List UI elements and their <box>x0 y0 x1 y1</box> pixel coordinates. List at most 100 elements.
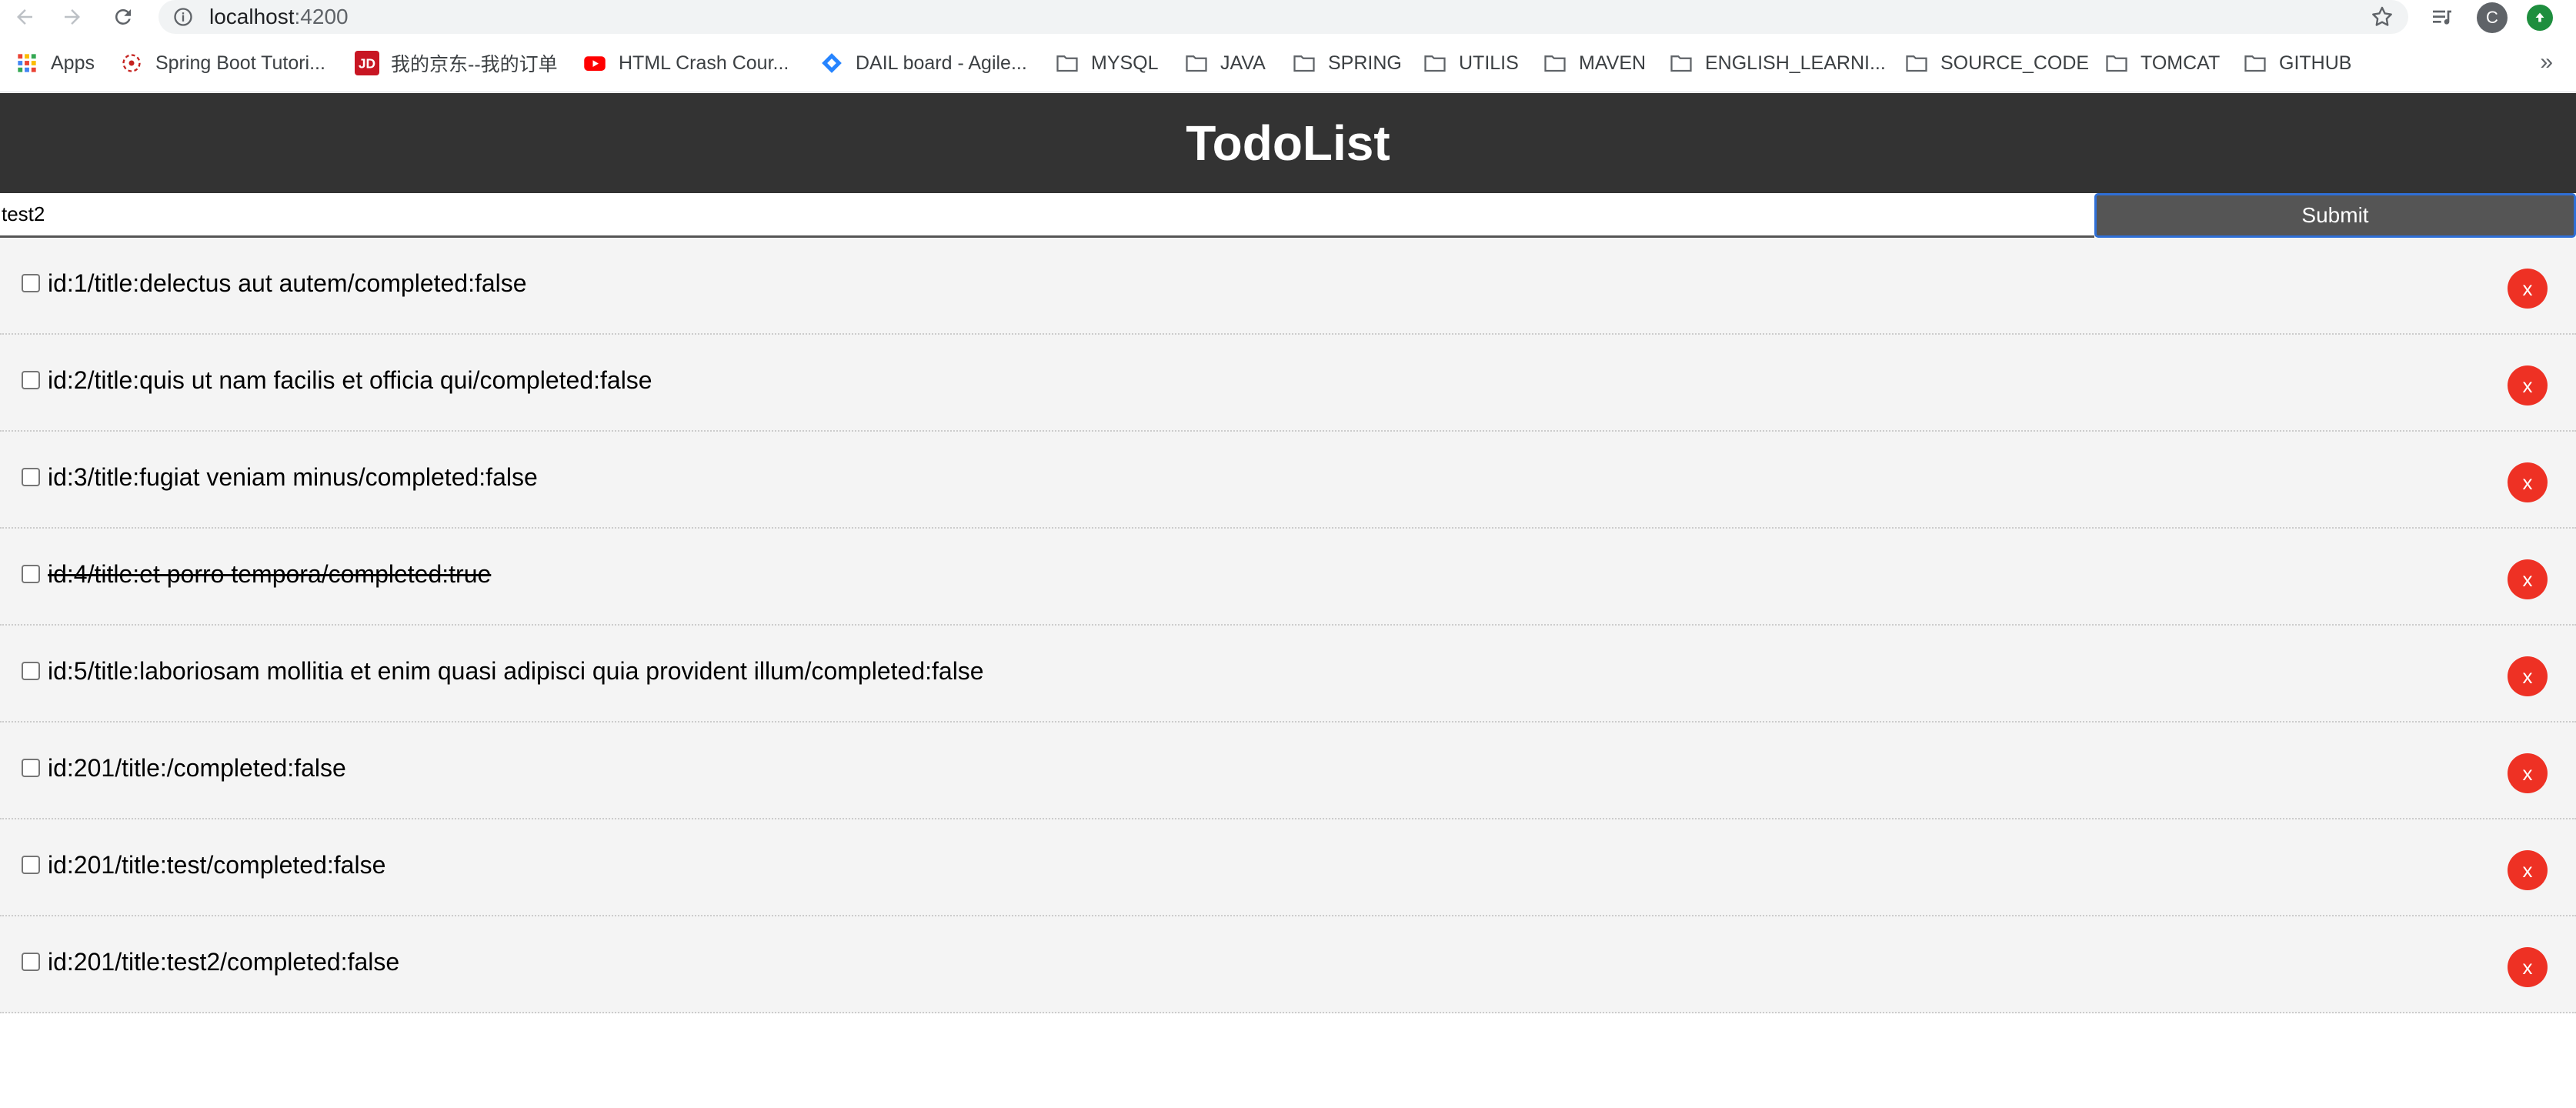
todo-text: id:5/title:laboriosam mollitia et enim q… <box>48 657 984 685</box>
playlist-icon <box>2433 10 2451 25</box>
todo-item: id:5/title:laboriosam mollitia et enim q… <box>0 626 2576 723</box>
jd-logo-icon: JD <box>354 50 380 76</box>
todo-text: id:201/title:test/completed:false <box>48 851 386 879</box>
todo-checkbox[interactable] <box>22 274 40 292</box>
folder-icon <box>1668 50 1694 76</box>
avatar: C <box>2477 2 2508 33</box>
bookmark-folder-mysql[interactable]: MYSQL <box>1054 48 1159 78</box>
todo-checkbox[interactable] <box>22 953 40 971</box>
update-button[interactable] <box>2524 2 2556 34</box>
folder-icon <box>2242 50 2268 76</box>
todo-text: id:1/title:delectus aut autem/completed:… <box>48 269 527 297</box>
update-arrow-icon <box>2527 5 2553 31</box>
todo-checkbox[interactable] <box>22 468 40 486</box>
bookmark-folder-source-code[interactable]: SOURCE_CODE <box>1904 48 2089 78</box>
folder-icon <box>1422 50 1448 76</box>
bookmark-apps[interactable]: Apps <box>14 48 95 78</box>
bookmark-jd-orders[interactable]: JD 我的京东--我的订单 <box>354 48 558 78</box>
bookmark-folder-spring[interactable]: SPRING <box>1291 48 1402 78</box>
todo-text: id:201/title:test2/completed:false <box>48 948 400 976</box>
bookmark-label: ENGLISH_LEARNI... <box>1705 52 1886 74</box>
bookmark-folder-tomcat[interactable]: TOMCAT <box>2104 48 2220 78</box>
delete-button[interactable]: x <box>2508 559 2548 599</box>
folder-icon <box>1542 50 1568 76</box>
info-icon[interactable] <box>172 6 194 28</box>
forward-arrow-icon <box>65 9 80 25</box>
todo-text: id:201/title:/completed:false <box>48 754 346 782</box>
todo-text: id:4/title:et porro tempora/completed:tr… <box>48 560 492 588</box>
add-todo-form: Submit <box>0 193 2576 238</box>
bookmark-label: SOURCE_CODE <box>1940 52 2090 74</box>
bookmark-label: 我的京东--我的订单 <box>391 54 558 75</box>
url-host: localhost <box>209 5 295 28</box>
page-title: TodoList <box>1186 115 1390 171</box>
back-arrow-icon <box>17 9 32 25</box>
delete-button[interactable]: x <box>2508 850 2548 890</box>
todo-checkbox[interactable] <box>22 662 40 680</box>
todo-item: id:201/title:test2/completed:false x <box>0 916 2576 1013</box>
bookmark-label: Apps <box>51 52 95 74</box>
todo-item: id:201/title:test/completed:false x <box>0 819 2576 916</box>
delete-button[interactable]: x <box>2508 656 2548 696</box>
forward-button[interactable] <box>57 2 88 32</box>
bookmark-star-icon[interactable] <box>2370 5 2394 29</box>
bookmark-label: MAVEN <box>1579 52 1647 74</box>
delete-button[interactable]: x <box>2508 365 2548 405</box>
bookmark-folder-english-learning[interactable]: ENGLISH_LEARNI... <box>1668 48 1886 78</box>
svg-text:JD: JD <box>359 56 375 72</box>
delete-button[interactable]: x <box>2508 269 2548 309</box>
todo-item: id:3/title:fugiat veniam minus/completed… <box>0 432 2576 529</box>
bookmark-label: SPRING <box>1328 52 1402 74</box>
todo-text: id:2/title:quis ut nam facilis et offici… <box>48 366 652 394</box>
bookmark-folder-java[interactable]: JAVA <box>1183 48 1266 78</box>
delete-button[interactable]: x <box>2508 947 2548 987</box>
site-favicon-icon <box>118 50 145 76</box>
bookmarks-bar: Apps Spring Boot Tutori... JD 我的京东--我的订单… <box>0 37 2576 92</box>
bookmark-label: JAVA <box>1220 52 1266 74</box>
todo-checkbox[interactable] <box>22 856 40 874</box>
bookmark-folder-maven[interactable]: MAVEN <box>1542 48 1646 78</box>
folder-icon <box>1054 50 1080 76</box>
folder-icon <box>2104 50 2130 76</box>
address-bar[interactable]: localhost:4200 <box>158 0 2408 34</box>
bookmark-label: HTML Crash Cour... <box>619 52 789 74</box>
url-port: :4200 <box>294 5 349 28</box>
app-header: TodoList <box>0 93 2576 193</box>
todo-list: id:1/title:delectus aut autem/completed:… <box>0 238 2576 1013</box>
delete-button[interactable]: x <box>2508 753 2548 793</box>
folder-icon <box>1904 50 1930 76</box>
todo-item: id:201/title:/completed:false x <box>0 723 2576 819</box>
bookmark-folder-utilis[interactable]: UTILIS <box>1422 48 1519 78</box>
bookmark-label: MYSQL <box>1091 52 1159 74</box>
bookmark-dail-board[interactable]: DAIL board - Agile... <box>819 48 1027 78</box>
url-text[interactable]: localhost:4200 <box>209 3 349 31</box>
submit-button[interactable]: Submit <box>2094 193 2576 238</box>
media-control-button[interactable] <box>2426 2 2458 34</box>
apps-grid-icon <box>14 50 40 76</box>
bookmark-label: DAIL board - Agile... <box>856 52 1027 74</box>
bookmark-label: UTILIS <box>1459 52 1519 74</box>
profile-button[interactable]: C <box>2476 2 2508 34</box>
todo-checkbox[interactable] <box>22 759 40 777</box>
todo-item: id:2/title:quis ut nam facilis et offici… <box>0 335 2576 432</box>
bookmark-label: GITHUB <box>2279 52 2352 74</box>
browser-toolbar: localhost:4200 C <box>0 0 2576 37</box>
bookmark-label: TOMCAT <box>2141 52 2221 74</box>
delete-button[interactable]: x <box>2508 462 2548 502</box>
todo-item: id:4/title:et porro tempora/completed:tr… <box>0 529 2576 626</box>
jira-icon <box>819 50 845 76</box>
back-button[interactable] <box>9 2 40 32</box>
todo-checkbox[interactable] <box>22 565 40 583</box>
bookmark-html-crash-course[interactable]: HTML Crash Cour... <box>582 48 789 78</box>
bookmark-folder-github[interactable]: GITHUB <box>2242 48 2351 78</box>
todo-checkbox[interactable] <box>22 371 40 389</box>
reload-button[interactable] <box>108 2 138 32</box>
todo-title-input[interactable] <box>0 193 2094 238</box>
folder-icon <box>1183 50 1210 76</box>
more-bookmarks-button[interactable]: » <box>2540 49 2553 75</box>
todo-item: id:1/title:delectus aut autem/completed:… <box>0 238 2576 335</box>
folder-icon <box>1291 50 1317 76</box>
bookmark-spring-boot-tutorial[interactable]: Spring Boot Tutori... <box>118 48 325 78</box>
reload-icon <box>115 8 131 25</box>
todo-text: id:3/title:fugiat veniam minus/completed… <box>48 463 538 491</box>
